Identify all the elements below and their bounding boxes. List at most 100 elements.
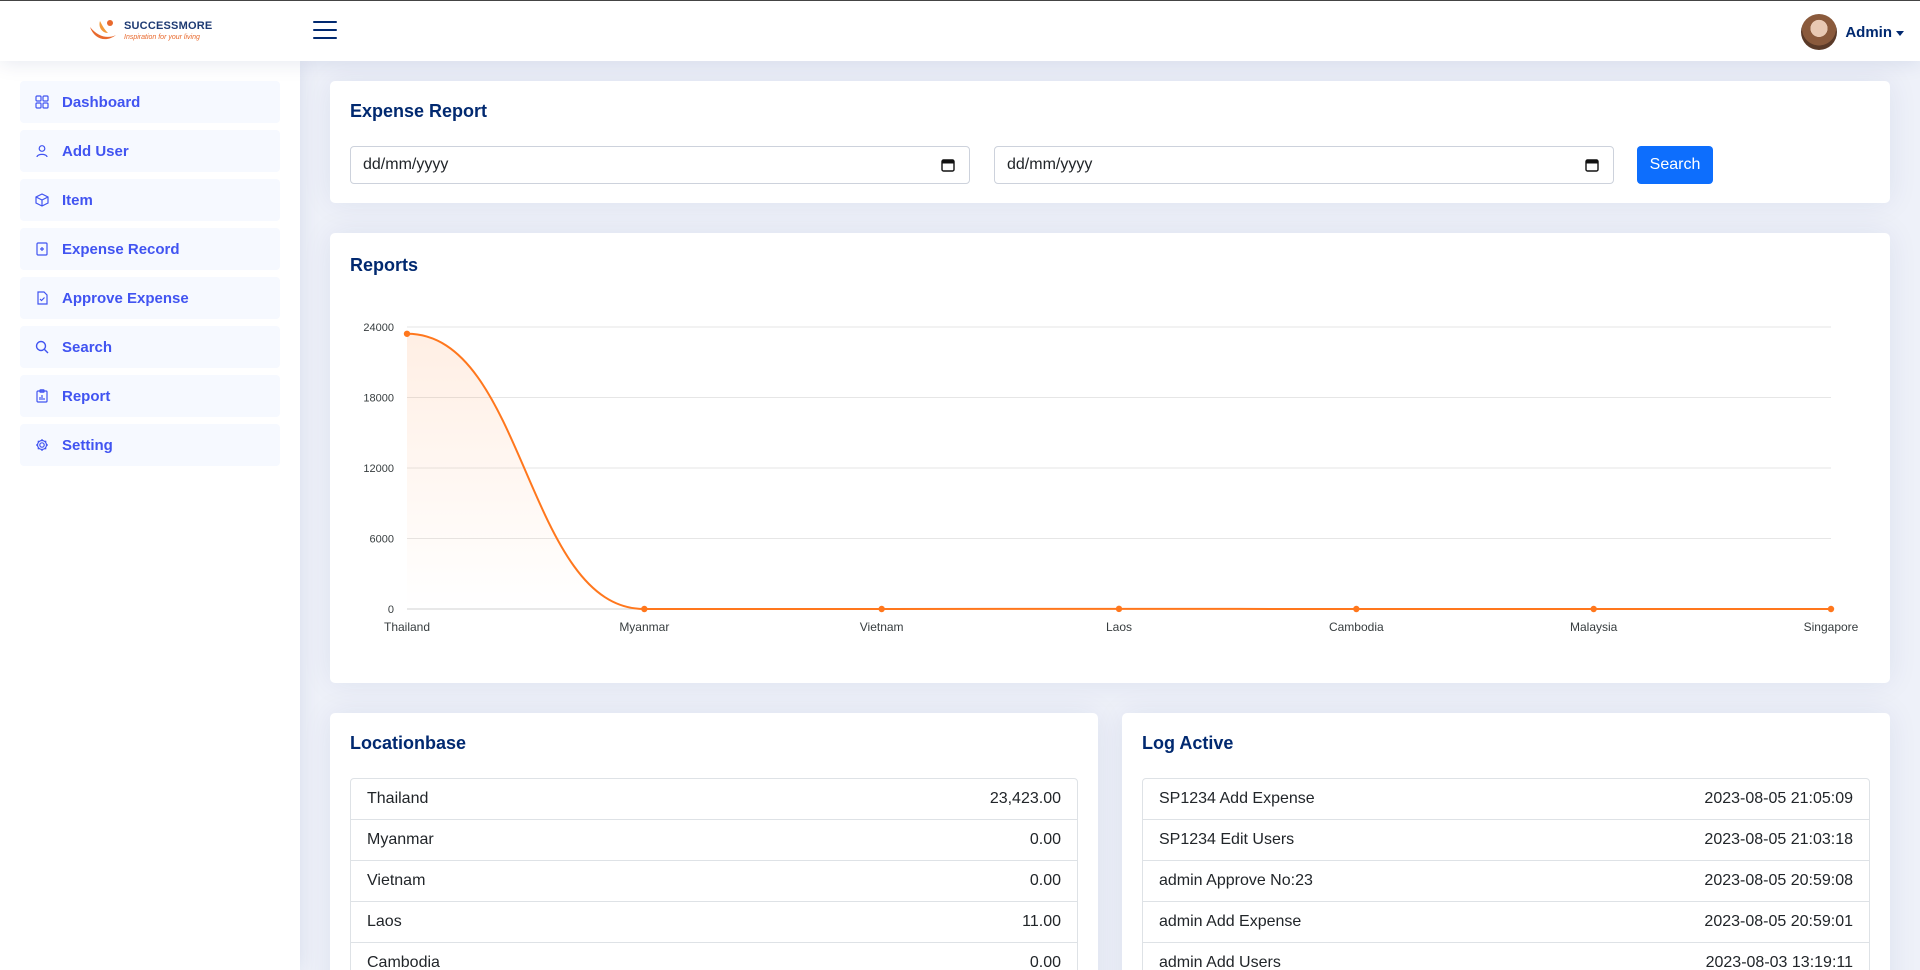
- calendar-icon[interactable]: [1585, 158, 1599, 172]
- sidebar-item-expense-record[interactable]: Expense Record: [20, 228, 280, 270]
- reports-chart: 0 6000 12000 18000 24000 Thailand Myanmar Vietn…: [363, 322, 1859, 634]
- location-name: Cambodia: [367, 954, 440, 970]
- log-time: 2023-08-05 21:05:09: [1704, 790, 1853, 807]
- location-name: Vietnam: [367, 872, 426, 889]
- list-item: Myanmar 0.00: [351, 820, 1077, 861]
- location-value: 11.00: [1022, 913, 1061, 930]
- series-line: [406, 332, 1831, 610]
- sidebar-item-report[interactable]: Report: [20, 375, 280, 417]
- log-time: 2023-08-05 20:59:08: [1704, 872, 1853, 889]
- x-tick-label: Singapore: [1804, 620, 1859, 634]
- sidebar: Dashboard Add User Item Expense Record A…: [0, 61, 300, 970]
- location-name: Myanmar: [367, 831, 434, 848]
- log-time: 2023-08-05 20:59:01: [1704, 913, 1853, 930]
- sidebar-item-label: Expense Record: [62, 240, 180, 258]
- brand-name: SUCCESSMORE: [124, 20, 213, 32]
- profile-name: Admin: [1845, 23, 1892, 41]
- data-point: [641, 605, 648, 613]
- sidebar-item-label: Setting: [62, 436, 113, 454]
- list-item: admin Add Users 2023-08-03 13:19:11: [1143, 943, 1869, 970]
- x-tick-label: Laos: [1106, 620, 1132, 634]
- locationbase-list: Thailand 23,423.00 Myanmar 0.00 Vietnam 0.0…: [350, 778, 1078, 970]
- log-active-title: Log Active: [1142, 733, 1234, 753]
- sidebar-item-dashboard[interactable]: Dashboard: [20, 81, 280, 123]
- location-value: 0.00: [1029, 954, 1061, 970]
- grid-icon: [34, 94, 50, 110]
- calendar-icon[interactable]: [941, 158, 955, 172]
- file-plus-icon: [34, 241, 50, 257]
- profile-dropdown[interactable]: Admin: [1801, 14, 1904, 50]
- start-date-placeholder: dd/mm/yyyy: [363, 156, 449, 173]
- clipboard-chart-icon: [34, 388, 50, 404]
- log-action: SP1234 Add Expense: [1159, 790, 1315, 807]
- location-value: 0.00: [1029, 831, 1061, 848]
- data-point: [1827, 605, 1835, 613]
- log-action: SP1234 Edit Users: [1159, 831, 1295, 848]
- data-point: [403, 330, 411, 337]
- sidebar-item-item[interactable]: Item: [20, 179, 280, 221]
- x-tick-label: Thailand: [384, 620, 430, 634]
- locationbase-title: Locationbase: [350, 733, 467, 753]
- sidebar-item-label: Add User: [62, 142, 129, 160]
- x-tick-label: Malaysia: [1570, 620, 1618, 634]
- sidebar-item-label: Item: [62, 191, 93, 209]
- reports-card: Reports 0 6000 12000 18000 24000 Thailand Myan…: [330, 233, 1890, 683]
- gear-icon: [34, 437, 50, 453]
- series-area: [407, 333, 1831, 609]
- sidebar-item-setting[interactable]: Setting: [20, 424, 280, 466]
- log-active-list: SP1234 Add Expense 2023-08-05 21:05:09 SP…: [1142, 778, 1870, 970]
- start-date-input[interactable]: dd/mm/yyyy: [350, 146, 970, 184]
- sidebar-item-label: Search: [62, 338, 113, 356]
- avatar: [1801, 14, 1838, 50]
- x-tick-label: Cambodia: [1329, 620, 1384, 634]
- sidebar-item-search[interactable]: Search: [20, 326, 280, 368]
- person-icon: [34, 143, 50, 159]
- hamburger-icon: [313, 21, 337, 23]
- top-header: SUCCESSMORE Inspiration for your living …: [0, 0, 1920, 61]
- log-time: 2023-08-05 21:03:18: [1704, 831, 1853, 848]
- expense-report-card: Expense Report dd/mm/yyyy dd/mm/yyyy Sea…: [330, 81, 1890, 203]
- file-check-icon: [34, 290, 50, 306]
- box-icon: [34, 192, 50, 208]
- x-tick-label: Myanmar: [619, 620, 669, 634]
- list-item: Laos 11.00: [351, 902, 1077, 943]
- locationbase-card: Locationbase Thailand 23,423.00 Myanmar 0.…: [330, 713, 1098, 970]
- list-item: Cambodia 0.00: [351, 943, 1077, 970]
- end-date-placeholder: dd/mm/yyyy: [1007, 156, 1093, 173]
- list-item: admin Approve No:23 2023-08-05 20:59:08: [1143, 861, 1869, 902]
- y-tick-label: 24000: [363, 322, 394, 334]
- log-action: admin Add Expense: [1159, 913, 1302, 930]
- sidebar-item-add-user[interactable]: Add User: [20, 130, 280, 172]
- location-value: 23,423.00: [989, 790, 1061, 807]
- log-active-card: Log Active SP1234 Add Expense 2023-08-05 …: [1122, 713, 1890, 970]
- log-time: 2023-08-03 13:19:11: [1705, 954, 1853, 970]
- logo-mark-icon: [86, 17, 122, 45]
- end-date-input[interactable]: dd/mm/yyyy: [994, 146, 1614, 184]
- data-point: [1590, 605, 1597, 613]
- data-point: [878, 605, 885, 613]
- brand-logo[interactable]: SUCCESSMORE Inspiration for your living: [86, 17, 212, 45]
- y-tick-label: 12000: [363, 463, 394, 475]
- sidebar-item-label: Approve Expense: [62, 289, 189, 307]
- list-item: SP1234 Add Expense 2023-08-05 21:05:09: [1143, 779, 1869, 820]
- sidebar-item-label: Report: [62, 387, 111, 405]
- expense-report-title: Expense Report: [350, 101, 488, 121]
- log-action: admin Add Users: [1159, 954, 1281, 970]
- sidebar-item-approve-expense[interactable]: Approve Expense: [20, 277, 280, 319]
- location-value: 0.00: [1029, 872, 1061, 889]
- sidebar-item-label: Dashboard: [62, 93, 141, 111]
- y-tick-label: 0: [388, 604, 394, 616]
- search-icon: [34, 339, 50, 355]
- search-button[interactable]: Search: [1637, 146, 1713, 184]
- list-item: admin Add Expense 2023-08-05 20:59:01: [1143, 902, 1869, 943]
- data-point: [1115, 605, 1123, 613]
- list-item: Vietnam 0.00: [351, 861, 1077, 902]
- location-name: Laos: [367, 913, 402, 930]
- location-name: Thailand: [367, 790, 429, 807]
- menu-toggle-button[interactable]: [313, 21, 337, 41]
- brand-tagline: Inspiration for your living: [124, 34, 200, 41]
- data-point: [1353, 605, 1360, 613]
- y-tick-label: 18000: [363, 393, 394, 405]
- x-tick-label: Vietnam: [860, 620, 904, 634]
- caret-down-icon: [1896, 30, 1904, 36]
